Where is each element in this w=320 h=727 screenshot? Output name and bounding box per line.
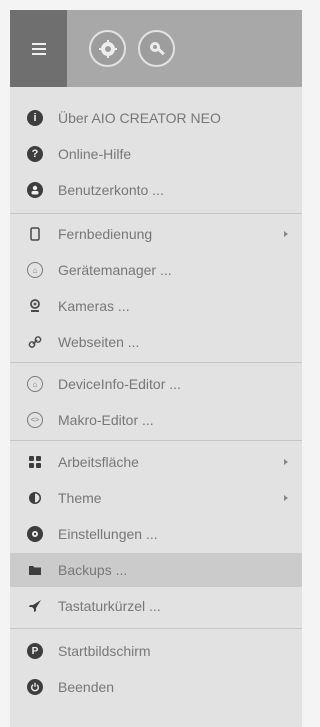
rocket-icon (27, 598, 43, 614)
puzzle-gear-icon (98, 39, 117, 58)
device-info-icon: ⌂ (27, 376, 43, 392)
menu-item-theme[interactable]: Theme (10, 481, 302, 515)
menu-divider (10, 440, 302, 441)
menu-item-settings[interactable]: Einstellungen ... (10, 517, 302, 551)
wrench-gear-icon (149, 41, 165, 55)
menu-item-label: Benutzerkonto ... (58, 182, 164, 198)
submenu-arrow-icon (284, 231, 288, 237)
user-icon (27, 182, 43, 198)
tools-button[interactable] (138, 30, 175, 67)
menu-item-label: Tastaturkürzel ... (58, 598, 161, 614)
menu-item-label: Gerätemanager ... (58, 262, 172, 278)
menu-item-label: Startbildschirm (58, 643, 151, 659)
device-icon: ⌂ (27, 262, 43, 278)
menu-item-backups[interactable]: Backups ... (10, 553, 302, 587)
menu-divider (10, 213, 302, 214)
remote-icon (27, 226, 43, 242)
menu-item-user-account[interactable]: Benutzerkonto ... (10, 173, 302, 207)
menu-item-label: DeviceInfo-Editor ... (58, 376, 181, 392)
menu-item-online-help[interactable]: ? Online-Hilfe (10, 137, 302, 171)
menu-item-label: Online-Hilfe (58, 146, 132, 162)
menu-item-label: Einstellungen ... (58, 526, 158, 542)
hamburger-icon (31, 42, 46, 55)
menu-item-shortcuts[interactable]: Tastaturkürzel ... (10, 589, 302, 623)
menu-item-label: Makro-Editor ... (58, 412, 154, 428)
menu-item-start-screen[interactable]: P Startbildschirm (10, 634, 302, 668)
menu-item-label: Backups ... (58, 562, 128, 578)
camera-icon (27, 298, 43, 314)
submenu-arrow-icon (284, 495, 288, 501)
menu-divider (10, 628, 302, 629)
menu-item-cameras[interactable]: Kameras ... (10, 289, 302, 323)
menu-item-deviceinfo-editor[interactable]: ⌂ DeviceInfo-Editor ... (10, 367, 302, 401)
menu-item-device-manager[interactable]: ⌂ Gerätemanager ... (10, 253, 302, 287)
contrast-icon (27, 490, 43, 506)
startscreen-icon: P (27, 643, 43, 659)
submenu-arrow-icon (284, 459, 288, 465)
menu-item-label: Beenden (58, 679, 115, 695)
grid-icon (27, 454, 43, 470)
menu-item-exit[interactable]: Beenden (10, 670, 302, 704)
folder-icon (27, 562, 43, 578)
menu-item-macro-editor[interactable]: <> Makro-Editor ... (10, 403, 302, 437)
menu-item-label: Über AIO CREATOR NEO (58, 110, 221, 126)
plugin-button[interactable] (89, 30, 126, 67)
menu-item-label: Theme (58, 490, 102, 506)
menu-divider (10, 362, 302, 363)
menu-item-label: Fernbedienung (58, 226, 153, 242)
menu-item-label: Webseiten ... (58, 334, 140, 350)
top-bar (10, 10, 302, 87)
question-icon: ? (27, 146, 43, 162)
menu-item-websites[interactable]: Webseiten ... (10, 325, 302, 359)
menu-item-label: Kameras ... (58, 298, 130, 314)
power-icon (27, 679, 43, 695)
main-menu: i Über AIO CREATOR NEO ? Online-Hilfe Be… (10, 87, 302, 727)
info-icon: i (27, 110, 43, 126)
hamburger-button[interactable] (10, 10, 67, 87)
menu-item-label: Arbeitsfläche (58, 454, 139, 470)
menu-item-workspace[interactable]: Arbeitsfläche (10, 445, 302, 479)
menu-item-remote[interactable]: Fernbedienung (10, 217, 302, 251)
link-icon (27, 334, 43, 350)
code-icon: <> (27, 412, 43, 428)
gear-icon (27, 526, 43, 542)
menu-item-about[interactable]: i Über AIO CREATOR NEO (10, 101, 302, 135)
